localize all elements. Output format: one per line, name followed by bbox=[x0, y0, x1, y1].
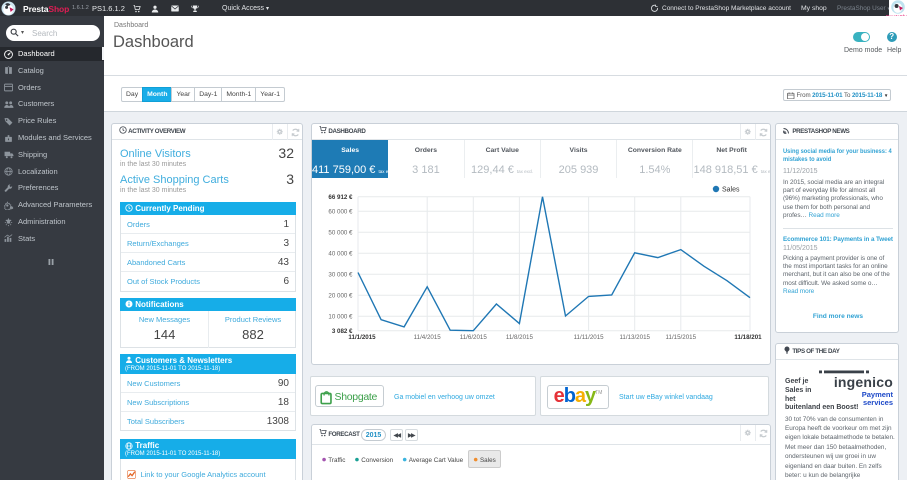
svg-text:20 000 €: 20 000 € bbox=[328, 293, 353, 300]
svg-text:11/15/2015: 11/15/2015 bbox=[666, 334, 697, 341]
svg-text:11/18/201: 11/18/201 bbox=[734, 334, 762, 341]
svg-text:11/4/2015: 11/4/2015 bbox=[414, 334, 442, 341]
svg-text:10 000 €: 10 000 € bbox=[328, 314, 353, 321]
svg-text:40 000 €: 40 000 € bbox=[328, 251, 353, 258]
svg-text:11/11/2015: 11/11/2015 bbox=[574, 334, 605, 341]
svg-text:30 000 €: 30 000 € bbox=[328, 272, 353, 279]
svg-text:50 000 €: 50 000 € bbox=[328, 230, 353, 237]
svg-text:11/13/2015: 11/13/2015 bbox=[619, 334, 650, 341]
svg-text:11/1/2015: 11/1/2015 bbox=[348, 334, 376, 341]
svg-text:11/6/2015: 11/6/2015 bbox=[460, 334, 488, 341]
svg-text:Sales: Sales bbox=[722, 187, 740, 194]
svg-text:11/8/2015: 11/8/2015 bbox=[506, 334, 534, 341]
svg-text:66 912 €: 66 912 € bbox=[328, 194, 353, 201]
svg-text:60 000 €: 60 000 € bbox=[328, 209, 353, 216]
